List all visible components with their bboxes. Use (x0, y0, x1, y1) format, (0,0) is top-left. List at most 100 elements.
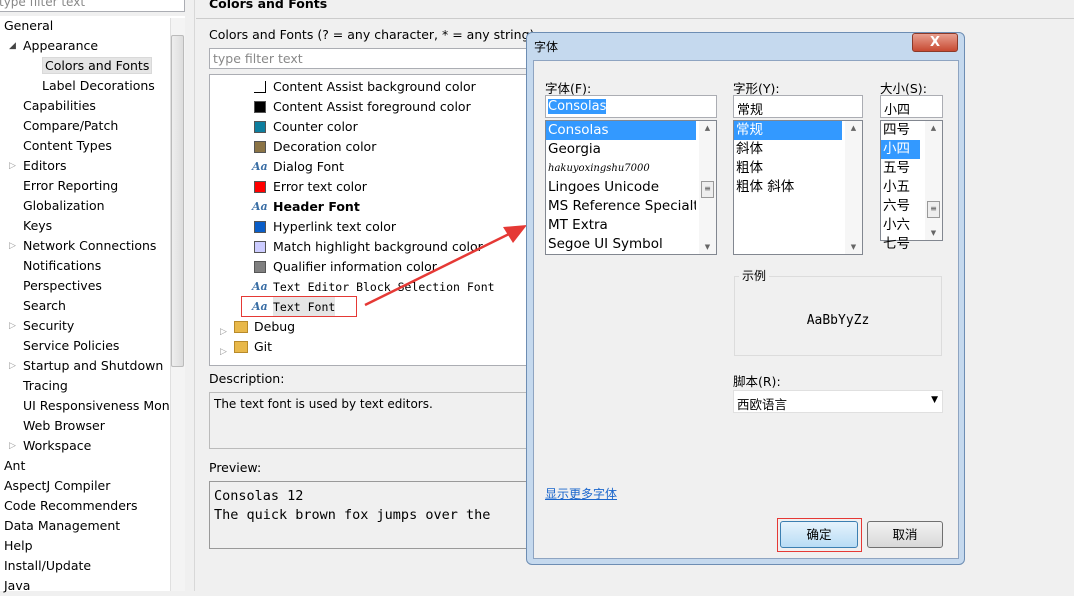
sidebar-item[interactable]: Ant (4, 456, 25, 476)
font-option[interactable]: Consolas (546, 121, 696, 140)
collapsed-triangle-icon[interactable]: ▷ (9, 321, 16, 331)
tree-item[interactable]: Aa Header Font (210, 197, 538, 217)
sidebar-item[interactable]: Content Types (23, 136, 112, 156)
font-option[interactable]: Lingoes Unicode (546, 178, 696, 197)
sample-text: AaBbYyZz (806, 313, 870, 328)
style-option[interactable]: 粗体 斜体 (734, 178, 842, 197)
fonts-scrollbar[interactable]: ▲ ▼ ≡ (699, 121, 716, 254)
size-option[interactable]: 七号 (881, 235, 920, 254)
font-option[interactable]: Segoe UI Symbol (546, 235, 696, 254)
tree-item[interactable]: Error text color (210, 177, 538, 197)
style-option[interactable]: 粗体 (734, 159, 842, 178)
sidebar-item[interactable]: Perspectives (23, 276, 102, 296)
font-name-value: Consolas (548, 99, 607, 114)
sidebar-item[interactable]: Startup and Shutdown (23, 356, 163, 376)
sidebar-item[interactable]: Security (23, 316, 74, 336)
sidebar-item[interactable]: Colors and Fonts (42, 56, 153, 76)
tree-item[interactable]: ▷ Git (210, 337, 538, 357)
size-option[interactable]: 小五 (881, 178, 920, 197)
sidebar-item[interactable]: General (4, 16, 53, 36)
sidebar-item[interactable]: Globalization (23, 196, 105, 216)
colors-filter-input[interactable]: type filter text (209, 48, 539, 69)
sidebar-item[interactable]: AspectJ Compiler (4, 476, 110, 496)
scroll-thumb[interactable]: ≡ (927, 201, 940, 218)
sidebar-item[interactable]: Web Browser (23, 416, 105, 436)
size-option[interactable]: 小四 (881, 140, 920, 159)
expanded-triangle-icon[interactable]: ◢ (9, 41, 16, 51)
sidebar-filter-input[interactable]: type filter text (0, 0, 185, 12)
scroll-thumb[interactable]: ≡ (701, 181, 714, 198)
tree-item[interactable]: Content Assist background color (210, 77, 538, 97)
style-option[interactable]: 斜体 (734, 140, 842, 159)
scroll-up-icon[interactable]: ▲ (925, 124, 942, 132)
color-swatch (254, 141, 266, 153)
close-button[interactable]: X (912, 33, 958, 52)
script-select[interactable]: 西欧语言 ▼ (733, 390, 943, 413)
size-option[interactable]: 小六 (881, 216, 920, 235)
sidebar-item-label: Network Connections (23, 238, 157, 253)
styles-scrollbar[interactable]: ▲ ▼ (845, 121, 862, 254)
sidebar-item[interactable]: Editors (23, 156, 67, 176)
sidebar-item[interactable]: Install/Update (4, 556, 91, 576)
font-option[interactable]: Georgia (546, 140, 696, 159)
collapsed-triangle-icon[interactable]: ▷ (220, 342, 227, 362)
scroll-down-icon[interactable]: ▼ (925, 229, 942, 237)
sidebar-item-label: Web Browser (23, 418, 105, 433)
font-name-input[interactable]: Consolas (545, 95, 717, 118)
sidebar-item[interactable]: Keys (23, 216, 52, 236)
cancel-button[interactable]: 取消 (867, 521, 943, 548)
font-option[interactable]: MT Extra (546, 216, 696, 235)
scroll-down-icon[interactable]: ▼ (699, 243, 716, 251)
font-option[interactable]: MS Reference Specialt (546, 197, 696, 216)
sidebar-item[interactable]: Tracing (23, 376, 68, 396)
style-input[interactable]: 常规 (733, 95, 863, 118)
folder-icon (234, 341, 248, 353)
sidebar-item[interactable]: Search (23, 296, 66, 316)
sidebar-item[interactable]: Java (4, 576, 30, 596)
sidebar-item[interactable]: Error Reporting (23, 176, 118, 196)
scroll-down-icon[interactable]: ▼ (845, 243, 862, 251)
collapsed-triangle-icon[interactable]: ▷ (9, 361, 16, 371)
sidebar-item[interactable]: Code Recommenders (4, 496, 138, 516)
size-list[interactable]: 四号 小四 五号 小五 六号 小六 七号 ▲ ▼ ≡ (880, 120, 943, 252)
preview-line-2: The quick brown fox jumps over the (214, 507, 491, 523)
size-option[interactable]: 六号 (881, 197, 920, 216)
sidebar-item[interactable]: Network Connections (23, 236, 156, 256)
ok-button[interactable]: 确定 (780, 521, 858, 548)
sidebar-scroll-thumb[interactable] (171, 35, 184, 367)
scroll-up-icon[interactable]: ▲ (845, 124, 862, 132)
sizes-scrollbar[interactable]: ▲ ▼ ≡ (925, 121, 942, 240)
color-swatch (254, 101, 266, 113)
tree-item[interactable]: Aa Dialog Font (210, 157, 538, 177)
show-more-fonts-link[interactable]: 显示更多字体 (545, 485, 617, 502)
sidebar-item[interactable]: UI Responsiveness Monit (23, 396, 178, 416)
title-divider (196, 18, 1074, 19)
collapsed-triangle-icon[interactable]: ▷ (9, 161, 16, 171)
style-list[interactable]: 常规 斜体 粗体 粗体 斜体 ▲ ▼ (733, 120, 863, 255)
collapsed-triangle-icon[interactable]: ▷ (9, 241, 16, 251)
sidebar-item[interactable]: Data Management (4, 516, 120, 536)
sidebar-item[interactable]: Help (4, 536, 33, 556)
tree-item[interactable]: Content Assist foreground color (210, 97, 538, 117)
size-option[interactable]: 四号 (881, 121, 920, 140)
tree-item[interactable]: Counter color (210, 117, 538, 137)
size-input[interactable]: 小四 (880, 95, 943, 118)
collapsed-triangle-icon[interactable]: ▷ (9, 441, 16, 451)
tree-item[interactable]: ▷ Debug (210, 317, 538, 337)
sidebar-item[interactable]: Capabilities (23, 96, 96, 116)
font-option[interactable]: hakuyoxingshu7000 (546, 159, 696, 178)
tree-item-label: Debug (254, 319, 296, 334)
sidebar-item[interactable]: Compare/Patch (23, 116, 118, 136)
sidebar-item[interactable]: Label Decorations (42, 76, 155, 96)
sidebar-item[interactable]: Appearance (23, 36, 98, 56)
sash[interactable] (194, 0, 195, 591)
scroll-up-icon[interactable]: ▲ (699, 124, 716, 132)
sidebar-item[interactable]: Service Policies (23, 336, 119, 356)
size-option[interactable]: 五号 (881, 159, 920, 178)
sidebar-item[interactable]: Notifications (23, 256, 101, 276)
style-option[interactable]: 常规 (734, 121, 842, 140)
sidebar-item-label: Label Decorations (42, 78, 155, 93)
font-list[interactable]: Consolas Georgia hakuyoxingshu7000 Lingoes … (545, 120, 717, 255)
tree-item[interactable]: Decoration color (210, 137, 538, 157)
sidebar-item[interactable]: Workspace (23, 436, 91, 456)
